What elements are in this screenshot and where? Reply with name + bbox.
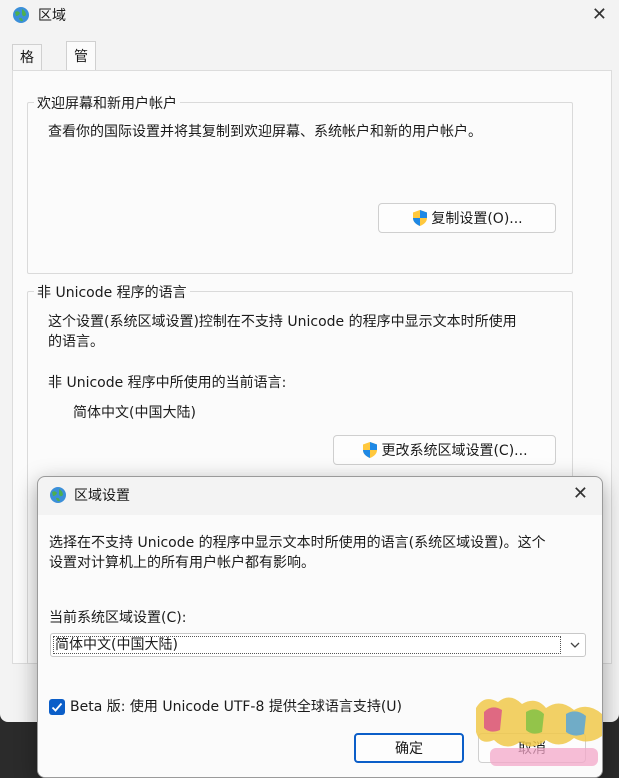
welcome-group: 欢迎屏幕和新用户帐户 查看你的国际设置并将其复制到欢迎屏幕、系统帐户和新的用户帐…: [27, 93, 573, 274]
uac-shield-icon: [363, 442, 378, 458]
welcome-description: 查看你的国际设置并将其复制到欢迎屏幕、系统帐户和新的用户帐户。: [48, 124, 482, 140]
copy-settings-button[interactable]: 复制设置(O)...: [378, 203, 556, 233]
dialog-description-line1: 选择在不支持 Unicode 的程序中显示文本时所使用的语言(系统区域设置)。这…: [49, 535, 546, 551]
globe-icon: [50, 487, 66, 503]
copy-settings-label: 复制设置(O)...: [431, 211, 523, 227]
nonunicode-description-line2: 的语言。: [48, 334, 104, 350]
locale-label: 当前系统区域设置(C):: [49, 610, 187, 626]
current-language-label: 非 Unicode 程序中所使用的当前语言:: [48, 375, 287, 391]
globe-icon: [13, 7, 29, 23]
system-locale-value: 简体中文(中国大陆): [53, 636, 561, 654]
tab-administrative[interactable]: 管理: [66, 41, 96, 95]
nonunicode-group-title: 非 Unicode 程序的语言: [34, 282, 190, 302]
welcome-group-title: 欢迎屏幕和新用户帐户: [34, 93, 180, 113]
close-icon[interactable]: ✕: [592, 4, 607, 25]
change-system-locale-label: 更改系统区域设置(C)...: [381, 443, 528, 459]
chevron-down-icon: [570, 642, 580, 648]
site-watermark-logo: [476, 697, 602, 766]
beta-utf8-label[interactable]: Beta 版: 使用 Unicode UTF-8 提供全球语言支持(U): [70, 697, 402, 717]
dialog-description-line2: 设置对计算机上的所有用户帐户都有影响。: [49, 555, 315, 571]
title-bar: 区域 ✕: [0, 0, 619, 30]
close-icon[interactable]: ✕: [573, 483, 588, 504]
uac-shield-icon: [413, 210, 428, 226]
ok-button-label: 确定: [395, 741, 423, 757]
beta-utf8-checkbox[interactable]: [49, 699, 65, 715]
ok-button[interactable]: 确定: [354, 733, 464, 763]
current-language-value: 简体中文(中国大陆): [73, 405, 196, 421]
system-locale-dropdown[interactable]: 简体中文(中国大陆): [50, 633, 586, 657]
nonunicode-description-line1: 这个设置(系统区域设置)控制在不支持 Unicode 的程序中显示文本时所使用: [48, 314, 517, 330]
change-system-locale-button[interactable]: 更改系统区域设置(C)...: [333, 435, 556, 465]
tab-format[interactable]: 格式: [12, 44, 42, 92]
window-title: 区域: [38, 8, 66, 24]
dialog-title: 区域设置: [74, 488, 130, 504]
checkmark-icon: [51, 702, 63, 712]
